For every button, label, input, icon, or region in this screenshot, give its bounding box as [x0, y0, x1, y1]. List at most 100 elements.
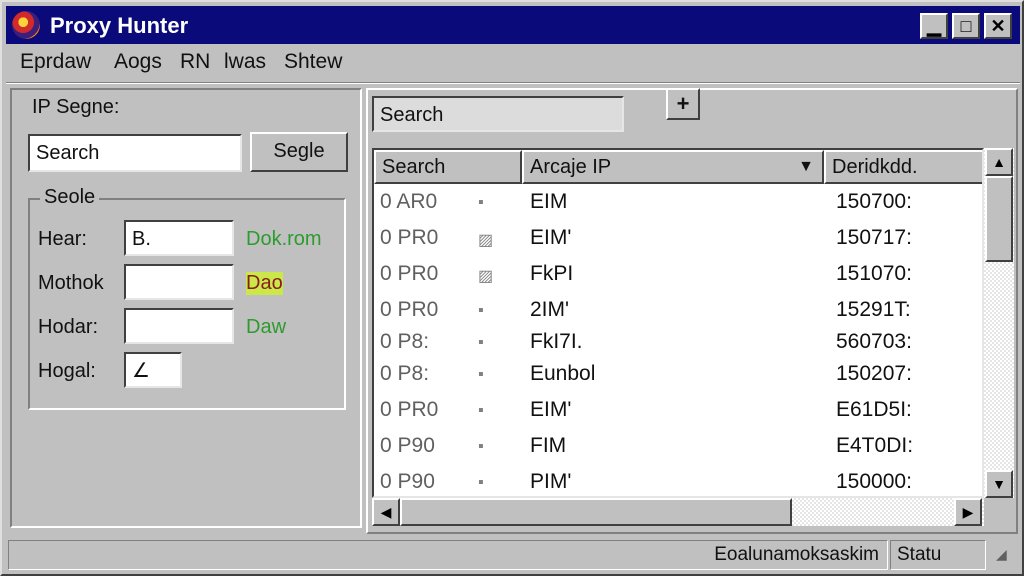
arrow-down-icon: ▼ — [992, 476, 1006, 492]
scroll-up-button[interactable]: ▲ — [985, 148, 1013, 176]
right-search-input[interactable]: Search — [372, 96, 624, 132]
scroll-left-button[interactable]: ◀ — [372, 498, 400, 526]
status-bar: Eoalunamoksaskim Statu ◢ — [6, 540, 1020, 572]
scroll-right-button[interactable]: ▶ — [954, 498, 982, 526]
field-label-2: Mothok — [38, 272, 104, 294]
menu-item-4[interactable]: lwas — [224, 50, 266, 74]
row-cell-ip: FkI7I. — [530, 330, 583, 353]
row-cell-type: 0 AR0 — [380, 190, 438, 213]
field-note-1: Dok.rom — [246, 228, 322, 250]
row-cell-detail: 150000: — [836, 470, 912, 493]
window-title: Proxy Hunter — [50, 13, 189, 38]
row-cell-type: 0 P8: — [380, 330, 430, 353]
close-button[interactable]: ✕ — [984, 13, 1012, 39]
column-header-2-label: Arcaje IP — [530, 156, 612, 178]
row-status-icon: ▪ — [478, 474, 484, 491]
menu-item-1[interactable]: Eprdaw — [20, 50, 91, 74]
status-label: Statu — [890, 540, 986, 570]
title-bar[interactable]: Proxy Hunter ▁ □ ✕ — [6, 6, 1020, 44]
row-cell-ip: EIM' — [530, 226, 572, 249]
field-label-1: Hear: — [38, 228, 87, 250]
row-status-icon: ▪ — [478, 194, 484, 211]
row-cell-detail: 150700: — [836, 190, 912, 213]
maximize-icon: □ — [960, 16, 972, 36]
column-header-3[interactable]: Deridkdd. — [824, 150, 982, 184]
row-cell-ip: Eunbol — [530, 362, 596, 385]
table-row[interactable]: 0 PR0 ▨ EIM' 150717: — [374, 222, 982, 258]
field-label-3: Hodar: — [38, 316, 99, 338]
menu-divider — [6, 82, 1020, 84]
arrow-up-icon: ▲ — [992, 154, 1006, 170]
table-row[interactable]: 0 P90 ▪ PIM' 150000: — [374, 466, 982, 496]
row-cell-type: 0 PR0 — [380, 262, 439, 285]
field-note-2: Dao — [246, 272, 283, 295]
field-note-3: Daw — [246, 316, 287, 338]
row-status-icon: ▨ — [478, 232, 494, 249]
row-cell-type: 0 P90 — [380, 434, 435, 457]
horizontal-scroll-thumb[interactable] — [400, 498, 792, 526]
field-input-2[interactable] — [124, 264, 234, 300]
row-cell-detail: 15291T: — [836, 298, 911, 321]
row-cell-ip: 2IM' — [530, 298, 570, 321]
table-row[interactable]: 0 PR0 ▨ FkPI 151070: — [374, 258, 982, 294]
app-logo-icon — [12, 11, 40, 39]
row-cell-ip: FIM — [530, 434, 567, 457]
menu-item-2[interactable]: Aogs — [114, 50, 162, 74]
row-cell-ip: PIM' — [530, 470, 572, 493]
menu-item-5[interactable]: Shtew — [284, 50, 342, 74]
table-row[interactable]: 0 AR0 ▪ EIM 150700: — [374, 186, 982, 222]
vertical-scroll-thumb[interactable] — [985, 176, 1013, 262]
column-header-2[interactable]: Arcaje IP ▼ — [522, 150, 824, 184]
field-input-3[interactable] — [124, 308, 234, 344]
row-status-icon: ▪ — [478, 302, 484, 319]
left-search-button[interactable]: Segle — [250, 132, 348, 172]
ip-group-title: IP Segne: — [28, 96, 124, 119]
row-status-icon: ▪ — [478, 438, 484, 455]
table-row[interactable]: 0 PR0 ▪ EIM' E61D5I: — [374, 394, 982, 430]
arrow-left-icon: ◀ — [380, 504, 392, 520]
maximize-button[interactable]: □ — [952, 13, 980, 39]
field-input-1[interactable]: B. — [124, 220, 234, 256]
row-cell-ip: EIM — [530, 190, 568, 213]
row-cell-detail: E4T0DI: — [836, 434, 914, 457]
field-label-4: Hogal: — [38, 360, 96, 382]
row-cell-type: 0 P90 — [380, 470, 435, 493]
scroll-down-button[interactable]: ▼ — [985, 470, 1013, 498]
left-search-input[interactable]: Search — [28, 134, 242, 172]
app-window: Proxy Hunter ▁ □ ✕ Eprdaw Aogs RN lwas S… — [0, 0, 1024, 576]
row-cell-ip: FkPI — [530, 262, 574, 285]
arrow-right-icon: ▶ — [962, 504, 974, 520]
table-row[interactable]: 0 P8: ▪ Eunbol 150207: — [374, 358, 982, 394]
table-row[interactable]: 0 PR0 ▪ 2IM' 15291T: — [374, 294, 982, 330]
table-row[interactable]: 0 P8: ▪ FkI7I. 560703: — [374, 326, 982, 362]
row-cell-ip: EIM' — [530, 398, 572, 421]
row-cell-detail: 560703: — [836, 330, 912, 353]
row-cell-detail: 150717: — [836, 226, 912, 249]
add-button[interactable]: + — [666, 88, 700, 120]
row-status-icon: ▪ — [478, 334, 484, 351]
column-header-1[interactable]: Search — [374, 150, 522, 184]
horizontal-scrollbar[interactable]: ◀ ▶ — [372, 498, 984, 526]
table-row[interactable]: 0 P90 ▪ FIM E4T0DI: — [374, 430, 982, 466]
row-cell-detail: 151070: — [836, 262, 912, 285]
field-input-4[interactable]: ∠ — [124, 352, 182, 388]
row-status-icon: ▪ — [478, 402, 484, 419]
row-cell-type: 0 P8: — [380, 362, 430, 385]
row-cell-type: 0 PR0 — [380, 226, 439, 249]
row-cell-type: 0 PR0 — [380, 398, 439, 421]
menu-item-3[interactable]: RN — [180, 50, 210, 74]
row-cell-detail: 150207: — [836, 362, 912, 385]
sort-dropdown-icon: ▼ — [798, 158, 814, 175]
vertical-scrollbar[interactable]: ▲ ▼ — [984, 148, 1014, 498]
sub-group-title: Seole — [40, 186, 100, 209]
row-status-icon: ▨ — [478, 268, 494, 285]
status-text: Eoalunamoksaskim — [8, 540, 888, 570]
menu-bar: Eprdaw Aogs RN lwas Shtew — [6, 46, 1020, 80]
minimize-button[interactable]: ▁ — [920, 13, 948, 39]
row-cell-detail: E61D5I: — [836, 398, 912, 421]
minimize-icon: ▁ — [927, 16, 941, 36]
close-icon: ✕ — [990, 16, 1006, 36]
row-status-icon: ▪ — [478, 366, 484, 383]
row-cell-type: 0 PR0 — [380, 298, 439, 321]
resize-grip-icon[interactable]: ◢ — [996, 546, 1007, 563]
